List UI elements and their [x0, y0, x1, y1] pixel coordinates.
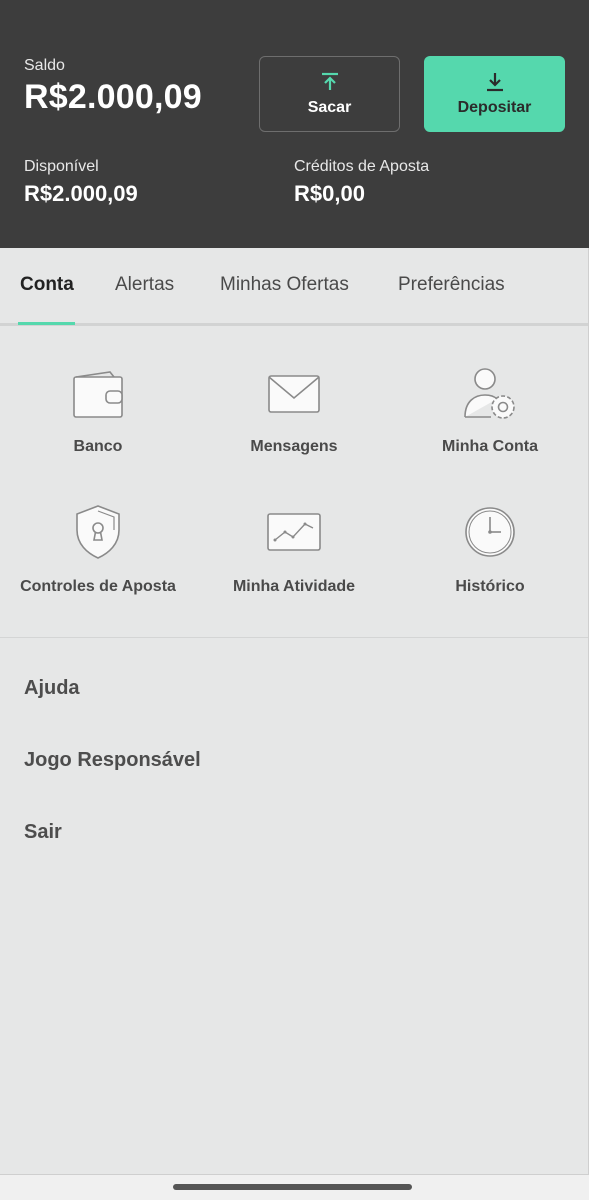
user-settings-icon — [460, 364, 520, 424]
grid-item-banco[interactable]: Banco — [0, 364, 196, 484]
withdraw-icon — [320, 71, 340, 93]
disponivel-label: Disponível — [24, 158, 99, 175]
tab-preferencias[interactable]: Preferências — [398, 274, 505, 296]
grid-item-mensagens[interactable]: Mensagens — [196, 364, 392, 484]
list-item-sair[interactable]: Sair — [24, 821, 62, 844]
account-grid: Banco Mensagens Minha Conta Controles de… — [0, 326, 589, 638]
grid-label-minha-conta: Minha Conta — [442, 438, 538, 455]
saldo-value: R$2.000,09 — [24, 78, 202, 116]
grid-item-minha-atividade[interactable]: Minha Atividade — [196, 502, 392, 622]
disponivel-value: R$2.000,09 — [24, 181, 138, 206]
tab-minhas-ofertas[interactable]: Minhas Ofertas — [220, 274, 349, 296]
creditos-label: Créditos de Aposta — [294, 158, 430, 175]
grid-item-historico[interactable]: Histórico — [392, 502, 588, 622]
grid-item-controles-de-aposta[interactable]: Controles de Aposta — [0, 502, 196, 622]
tab-bar: Conta Alertas Minhas Ofertas Preferência… — [0, 248, 589, 326]
clock-icon — [460, 502, 520, 562]
grid-item-minha-conta[interactable]: Minha Conta — [392, 364, 588, 484]
balance-header: Saldo R$2.000,09 Sacar Depositar Disponí… — [0, 0, 589, 248]
tab-alertas[interactable]: Alertas — [115, 274, 174, 296]
grid-label-minha-atividade: Minha Atividade — [232, 578, 356, 595]
activity-chart-icon — [264, 502, 324, 562]
saldo-label: Saldo — [24, 57, 65, 74]
home-indicator[interactable] — [173, 1184, 412, 1190]
list-item-jogo-responsavel[interactable]: Jogo Responsável — [24, 749, 201, 772]
shield-lock-icon — [68, 502, 128, 562]
sacar-button[interactable]: Sacar — [259, 56, 400, 132]
tab-conta[interactable]: Conta — [20, 274, 74, 296]
depositar-label: Depositar — [457, 99, 532, 116]
envelope-icon — [264, 364, 324, 424]
grid-label-banco: Banco — [73, 438, 123, 455]
active-tab-indicator — [18, 322, 75, 325]
wallet-icon — [68, 364, 128, 424]
depositar-button[interactable]: Depositar — [424, 56, 565, 132]
sacar-label: Sacar — [307, 99, 352, 116]
deposit-icon — [485, 71, 505, 93]
grid-label-controles-de-aposta: Controles de Aposta — [20, 578, 176, 595]
grid-label-mensagens: Mensagens — [250, 438, 338, 455]
list-item-ajuda[interactable]: Ajuda — [24, 677, 80, 700]
creditos-value: R$0,00 — [294, 181, 365, 206]
grid-label-historico: Histórico — [455, 578, 525, 595]
